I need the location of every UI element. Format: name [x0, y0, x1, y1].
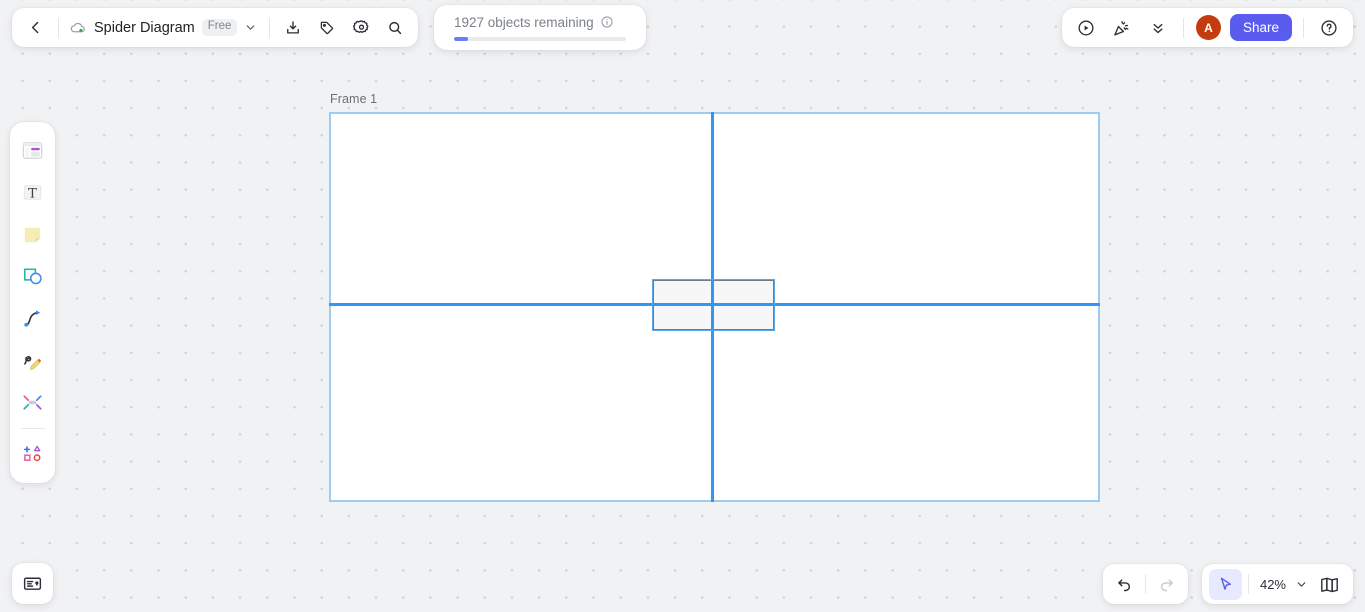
- double-chevron-down-icon: [1149, 19, 1167, 37]
- tool-shapes[interactable]: [14, 256, 51, 296]
- tags-button[interactable]: [310, 12, 344, 43]
- tool-more-shapes[interactable]: [14, 434, 51, 474]
- frame-icon: [20, 390, 45, 415]
- divider: [1182, 17, 1184, 38]
- frame-label[interactable]: Frame 1: [330, 92, 377, 106]
- chevron-down-icon: [244, 21, 257, 34]
- tool-templates[interactable]: [14, 130, 51, 170]
- cursor-tool-button[interactable]: [1208, 568, 1242, 600]
- undo-arrow-icon: [1115, 575, 1134, 594]
- cursor-select-icon: [1216, 575, 1235, 594]
- chevron-down-icon: [1295, 578, 1308, 591]
- plan-badge: Free: [201, 19, 238, 36]
- presentation-notes-button[interactable]: [12, 563, 53, 604]
- tool-sticky-note[interactable]: [14, 214, 51, 254]
- search-button[interactable]: [378, 12, 412, 43]
- help-button[interactable]: [1312, 12, 1346, 43]
- redo-arrow-icon: [1157, 575, 1176, 594]
- presentation-notes-icon: [22, 573, 43, 594]
- undo-button[interactable]: [1108, 569, 1141, 600]
- objects-progress-fill: [454, 36, 468, 41]
- divider: [20, 428, 45, 429]
- tool-connector[interactable]: [14, 298, 51, 338]
- back-button[interactable]: [18, 12, 52, 43]
- shapes-icon: [20, 264, 45, 289]
- gear-icon: [352, 18, 371, 37]
- cloud-synced-icon: [69, 19, 87, 37]
- info-circle-icon[interactable]: [600, 15, 614, 29]
- pen-icon: [20, 348, 45, 373]
- objects-remaining-row: 1927 objects remaining: [454, 15, 626, 30]
- divider: [269, 17, 271, 38]
- play-circle-icon: [1076, 18, 1096, 38]
- minimap-book-icon: [1319, 574, 1340, 595]
- document-title-menu[interactable]: Spider Diagram Free: [65, 12, 263, 43]
- collapse-toolbar-button[interactable]: [1141, 12, 1175, 43]
- objects-remaining-text: 1927 objects remaining: [454, 14, 594, 30]
- present-button[interactable]: [1069, 12, 1103, 43]
- zoom-panel: 42%: [1201, 564, 1353, 604]
- template-icon: [20, 138, 45, 163]
- alignment-guide-vertical: [711, 112, 714, 502]
- more-shapes-icon: [21, 442, 45, 466]
- redo-button[interactable]: [1150, 569, 1183, 600]
- divider: [1303, 17, 1304, 38]
- tool-rail: T: [10, 122, 55, 483]
- top-right-toolbar: A Share: [1061, 8, 1353, 47]
- divider: [1145, 574, 1146, 594]
- tag-icon: [318, 19, 336, 37]
- tool-pen[interactable]: [14, 340, 51, 380]
- tool-frame[interactable]: [14, 382, 51, 422]
- text-icon: T: [20, 180, 45, 205]
- party-popper-icon: [1112, 18, 1132, 38]
- objects-remaining-panel: 1927 objects remaining: [434, 5, 646, 50]
- download-button[interactable]: [276, 12, 310, 43]
- tool-text[interactable]: T: [14, 172, 51, 212]
- chevron-left-icon: [27, 19, 44, 36]
- minimap-button[interactable]: [1313, 569, 1346, 600]
- help-circle-icon: [1319, 18, 1339, 38]
- celebrate-button[interactable]: [1105, 12, 1139, 43]
- search-icon: [386, 19, 404, 37]
- download-icon: [284, 19, 302, 37]
- divider: [1247, 574, 1249, 594]
- divider: [58, 17, 59, 38]
- objects-progress-track: [454, 36, 626, 41]
- zoom-menu-button[interactable]: [1291, 570, 1311, 598]
- history-panel: [1103, 564, 1188, 604]
- settings-button[interactable]: [344, 12, 378, 43]
- connector-icon: [20, 306, 45, 331]
- zoom-level[interactable]: 42%: [1255, 577, 1289, 592]
- svg-text:T: T: [28, 186, 37, 201]
- sticky-note-icon: [20, 222, 45, 247]
- alignment-guide-horizontal: [329, 303, 1100, 306]
- avatar[interactable]: A: [1195, 15, 1221, 40]
- share-button[interactable]: Share: [1229, 14, 1292, 41]
- top-left-toolbar: Spider Diagram Free: [12, 8, 419, 47]
- document-title: Spider Diagram: [94, 19, 195, 36]
